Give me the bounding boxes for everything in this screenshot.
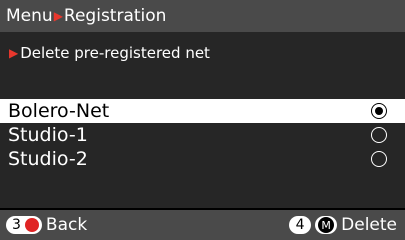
net-item-studio-1[interactable]: Studio-1: [0, 123, 405, 147]
content-panel: ▶ Delete pre-registered net Bolero-Net S…: [0, 32, 405, 208]
net-item-label: Bolero-Net: [8, 100, 110, 122]
net-list: Bolero-Net Studio-1 Studio-2: [0, 99, 405, 171]
radio-selected-icon[interactable]: [371, 103, 387, 119]
back-button[interactable]: 3 Back: [6, 215, 87, 235]
delete-label: Delete: [341, 215, 397, 235]
footer-bar: 3 Back 4 M Delete: [0, 210, 405, 240]
net-item-label: Studio-1: [8, 124, 88, 146]
radio-unselected-icon[interactable]: [371, 127, 387, 143]
m-key-badge: M: [315, 216, 338, 234]
delete-key-number: 4: [289, 216, 312, 234]
breadcrumb-menu[interactable]: Menu: [6, 6, 53, 26]
radio-unselected-icon[interactable]: [371, 151, 387, 167]
record-icon: [24, 218, 39, 232]
net-item-bolero-net[interactable]: Bolero-Net: [0, 99, 405, 123]
back-key-badge: 3: [6, 216, 42, 234]
page-subtitle: ▶ Delete pre-registered net: [8, 44, 210, 62]
header-bar: Menu ▶ Registration: [0, 0, 405, 32]
subtitle-label: Delete pre-registered net: [20, 44, 210, 62]
delete-button[interactable]: 4 M Delete: [289, 215, 397, 235]
net-item-label: Studio-2: [8, 148, 88, 170]
back-key-number: 3: [12, 217, 21, 233]
net-item-studio-2[interactable]: Studio-2: [0, 147, 405, 171]
back-label: Back: [45, 215, 88, 235]
breadcrumb-registration: Registration: [63, 6, 167, 26]
subtitle-arrow-icon: ▶: [9, 46, 19, 60]
m-key-icon: M: [318, 217, 335, 233]
breadcrumb-arrow-icon: ▶: [53, 9, 63, 23]
